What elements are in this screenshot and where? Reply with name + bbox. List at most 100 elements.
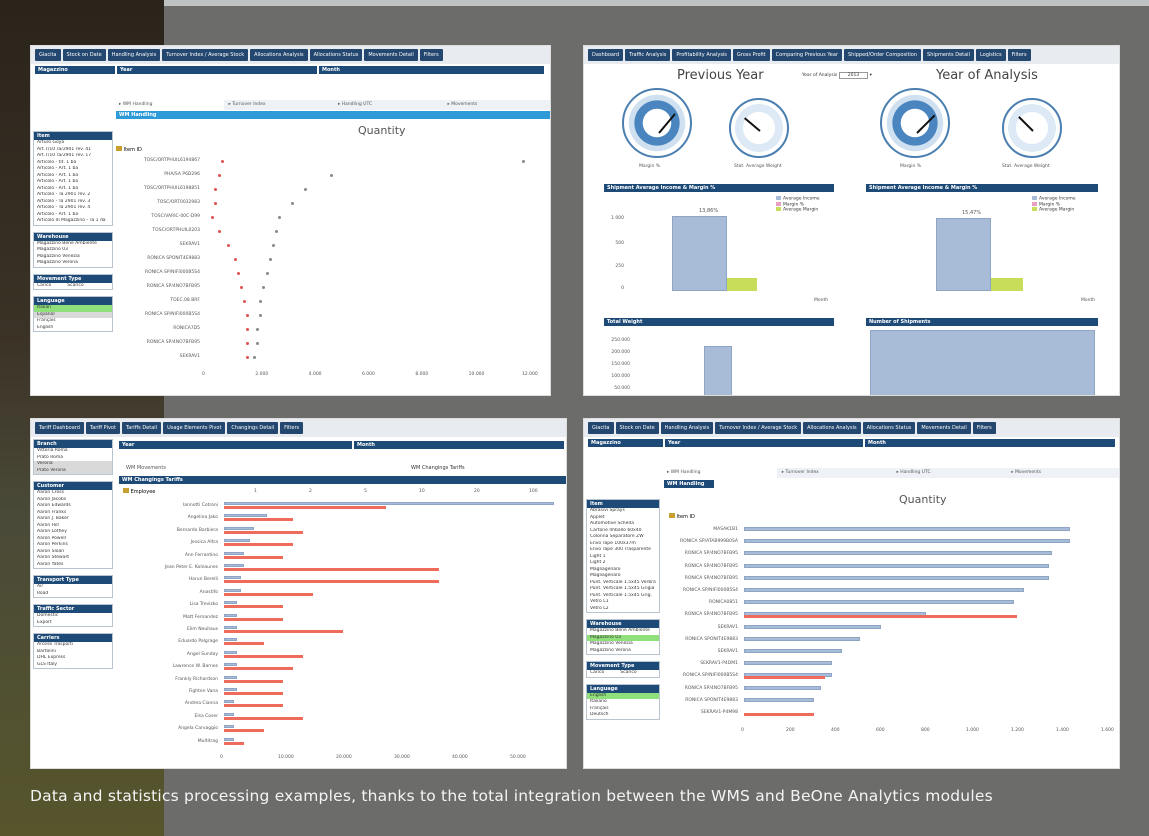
chart-tab-active[interactable]: WM Changings Tariffs [411,465,465,471]
tab-4[interactable]: Comparing Previous Year [771,49,842,61]
chart-header-left: Shipment Average Income & Margin % [604,184,834,192]
filter-item[interactable]: Scarico [64,283,86,290]
blue-bar [744,624,881,629]
item-label: RONICA SP/4NO7BFB95 [684,575,738,581]
employee-name: Elsa Coser [194,713,218,719]
red-point [246,314,250,317]
tab-3[interactable]: Usage Elements Pivot [163,422,226,434]
top-tick: 10 [419,489,425,494]
y-tick: 500 [615,241,624,246]
transport-header: Transport Type [34,576,112,584]
grey-point [278,216,282,219]
x-axis-label: Month [1081,298,1096,303]
tab-8[interactable]: Filters [1007,49,1031,61]
employee-name: Harun Berelli [188,577,218,583]
filter-item[interactable]: Scarico [617,670,639,677]
blue-bar [744,551,1052,556]
tab-6[interactable]: Movements Detail [364,49,418,61]
x-tick: 0 [202,372,205,377]
item-label: TOSC/ORT0032983 [157,200,200,205]
tab-1[interactable]: Stock on Date [62,49,106,61]
top-tick: 1 [254,489,257,494]
subtab-0[interactable]: ▸ WM Handling [664,468,777,478]
tab-5[interactable]: Filters [280,422,304,434]
grey-point [304,188,307,191]
item-label: RONICA SP/NIFI000B5S4 [145,312,200,317]
tab-7[interactable]: Filters [419,49,443,61]
customer-header: Customer [34,482,112,490]
tab-3[interactable]: Gross Profit [732,49,770,61]
item-label: RONICA SP/4NO7BFB95 [146,340,200,345]
chart-tab[interactable]: WM Movements [126,465,166,471]
tab-2[interactable]: Handling Analysis [107,49,161,61]
subtab-1[interactable]: ▸ Turnover Index [226,100,334,110]
tab-5[interactable]: Shipped/Order Composition [844,49,922,61]
year-selector[interactable]: Year of Analysis 2013 ▾ [802,72,872,79]
shipments-bar [870,330,1095,395]
red-bar [224,654,304,658]
tab-7[interactable]: Filters [972,422,996,434]
tab-0[interactable]: Giacita [35,49,61,61]
tab-0[interactable]: Tariff Dashboard [35,422,84,434]
tab-0[interactable]: Dashboard [588,49,624,61]
subtab-3[interactable]: ▸ Movements [445,100,551,110]
tab-4[interactable]: Allocations Analysis [803,422,861,434]
item-label: RONICA SP/NIFI000B5S4 [145,270,200,275]
tab-4[interactable]: Allocations Analysis [250,49,308,61]
header-magazzino: Magazzino [588,439,663,447]
header-month: Month [354,441,564,449]
tab-1[interactable]: Tariff Pivot [85,422,120,434]
grey-point [259,300,263,303]
tab-7[interactable]: Logistics [975,49,1006,61]
filter-item[interactable]: Magazzino Verona [587,648,659,655]
subtab-2[interactable]: ▸ Handling UTC [335,100,443,110]
red-bar [224,716,304,720]
tab-6[interactable]: Movements Detail [917,422,971,434]
employee-name: Fighten Vana [188,689,218,694]
subtab-0[interactable]: ▸ WM Handling [116,100,224,110]
sidebar: Item Abrasivi Sprays Applet Automotive Sch… [586,499,660,726]
item-label: RONICA SP/4NO7BFB95 [146,284,200,289]
red-bar [224,592,314,596]
tab-5[interactable]: Allocations Status [862,422,916,434]
language-filter-header: Language [34,297,112,305]
x-tick: 50.000 [510,755,526,760]
filter-item[interactable]: Deutsch [587,712,659,719]
red-point [214,202,218,205]
x-axis-label: Month [814,298,829,303]
tab-2[interactable]: Profitability Analysis [672,49,731,61]
subtab-3[interactable]: ▸ Movements [1008,468,1119,478]
filter-item[interactable]: Magazzino Verona [34,260,112,267]
blue-bar [224,737,234,741]
filter-item[interactable]: Magazzino Bene Ambiente [587,628,659,635]
grey-point [265,272,269,275]
top-tick: 20 [474,489,480,494]
tab-3[interactable]: Turnover Index / Average Stock [715,422,802,434]
tab-3[interactable]: Turnover Index / Average Stock [162,49,249,61]
gauge-label: Stat. Average Weight [734,164,782,169]
x-tick: 1.200 [1011,728,1024,734]
item-label: SEKRAV1-P4M98 [700,710,738,715]
blue-bar [744,575,1049,580]
red-bar [224,667,294,671]
filter-item[interactable]: English [34,325,112,332]
margin-bar-current [991,278,1023,291]
x-tick: 1.000 [966,728,979,734]
tab-1[interactable]: Stock on Date [615,422,659,434]
tab-0[interactable]: Giacita [588,422,614,434]
tab-6[interactable]: Shipments Detail [923,49,974,61]
filter-item[interactable]: Carico [34,283,54,290]
subtab-2[interactable]: ▸ Handling UTC [894,468,1007,478]
item-label: RONICA SP/NIFI000B5S4 [683,588,738,593]
tab-2[interactable]: Handling Analysis [660,422,714,434]
filter-item[interactable]: Articolo di Magazzino - Ta 1 da [34,218,112,225]
blue-bar [224,700,234,704]
filter-item[interactable]: Carico [587,670,607,677]
subtab-1[interactable]: ▸ Turnover Index [779,468,892,478]
x-tick: 10.000 [278,755,294,760]
tab-2[interactable]: Tariffs Detail [121,422,162,434]
tab-4[interactable]: Changings Detail [227,422,279,434]
tab-5[interactable]: Allocations Status [309,49,363,61]
tab-1[interactable]: Traffic Analysis [625,49,671,61]
red-bar [224,543,294,547]
